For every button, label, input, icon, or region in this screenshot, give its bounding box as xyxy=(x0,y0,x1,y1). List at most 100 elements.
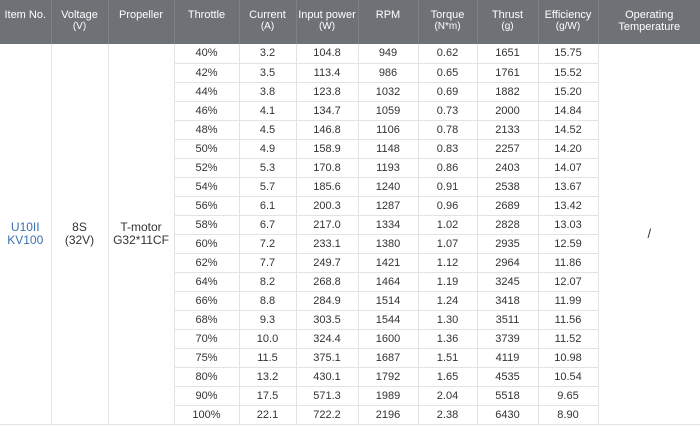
torque-cell: 1.07 xyxy=(418,234,478,255)
current-cell: 7.2 xyxy=(239,234,297,255)
table-row: U10II KV100 8S (32V) T-motor G32*11CF 40… xyxy=(0,44,700,425)
rpm-cell: 1792 xyxy=(358,367,419,388)
thrust-cell: 3511 xyxy=(477,310,539,331)
rpm-cell: 1240 xyxy=(358,177,419,197)
item-kv: KV100 xyxy=(7,233,44,248)
throttle-cell: 68% xyxy=(174,310,240,331)
thrust-cell: 3245 xyxy=(477,272,539,293)
efficiency-cell: 11.56 xyxy=(538,310,599,331)
rpm-cell: 1148 xyxy=(358,139,419,159)
torque-cell: 1.12 xyxy=(418,253,478,274)
thrust-cell: 2538 xyxy=(477,177,539,197)
throttle-cell: 64% xyxy=(174,272,240,293)
efficiency-cell: 13.67 xyxy=(538,177,599,197)
header-label: Input power xyxy=(298,9,356,21)
rpm-cell: 1059 xyxy=(358,101,419,121)
input-power-cell: 185.6 xyxy=(296,177,359,197)
throttle-cell: 48% xyxy=(174,120,240,140)
torque-cell: 0.62 xyxy=(418,44,478,64)
current-cell: 10.0 xyxy=(239,329,297,350)
efficiency-cell: 11.99 xyxy=(538,291,599,312)
torque-cell: 0.78 xyxy=(418,120,478,140)
throttle-cell: 56% xyxy=(174,196,240,216)
spec-table-container: Item No. Voltage (V) Propeller Throttle C… xyxy=(0,0,700,425)
header-voltage: Voltage (V) xyxy=(51,0,109,44)
header-label: Operating Temperature xyxy=(618,9,681,33)
header-label: Throttle xyxy=(187,9,226,21)
torque-cell: 1.30 xyxy=(418,310,478,331)
thrust-cell: 1882 xyxy=(477,82,539,102)
rpm-cell: 1380 xyxy=(358,234,419,255)
torque-cell: 2.38 xyxy=(418,405,478,425)
efficiency-cell: 9.65 xyxy=(538,386,599,407)
input-power-cell: 200.3 xyxy=(296,196,359,216)
header-propeller: Propeller xyxy=(108,0,175,44)
rpm-cell: 1687 xyxy=(358,348,419,369)
efficiency-cell: 14.07 xyxy=(538,158,599,178)
throttle-cell: 40% xyxy=(174,44,240,64)
input-power-cell: 113.4 xyxy=(296,63,359,83)
header-label: Thrust xyxy=(491,9,524,21)
current-cell: 5.3 xyxy=(239,158,297,178)
torque-cell: 1.51 xyxy=(418,348,478,369)
header-label: Current xyxy=(249,9,286,21)
throttle-cell: 46% xyxy=(174,101,240,121)
throttle-cell: 54% xyxy=(174,177,240,197)
throttle-cell: 90% xyxy=(174,386,240,407)
efficiency-cell: 14.20 xyxy=(538,139,599,159)
rpm-cell: 949 xyxy=(358,44,419,64)
thrust-cell: 5518 xyxy=(477,386,539,407)
thrust-cell: 2257 xyxy=(477,139,539,159)
torque-cell: 0.86 xyxy=(418,158,478,178)
propeller-model: G32*11CF xyxy=(113,233,169,248)
table-header-row: Item No. Voltage (V) Propeller Throttle C… xyxy=(0,0,700,44)
operating-temperature-cell: / xyxy=(598,44,700,425)
current-cell: 13.2 xyxy=(239,367,297,388)
thrust-cell: 2689 xyxy=(477,196,539,216)
rpm-cell: 986 xyxy=(358,63,419,83)
torque-cell: 1.36 xyxy=(418,329,478,350)
torque-cell: 1.02 xyxy=(418,215,478,235)
efficiency-cell: 10.54 xyxy=(538,367,599,388)
voltage-cell: 8S (32V) xyxy=(51,44,109,425)
header-label: Voltage xyxy=(61,9,98,21)
thrust-cell: 2000 xyxy=(477,101,539,121)
current-cell: 7.7 xyxy=(239,253,297,274)
header-item-no: Item No. xyxy=(0,0,52,44)
rpm-cell: 1514 xyxy=(358,291,419,312)
throttle-cell: 80% xyxy=(174,367,240,388)
thrust-cell: 2828 xyxy=(477,215,539,235)
current-cell: 3.8 xyxy=(239,82,297,102)
rpm-cell: 1032 xyxy=(358,82,419,102)
rpm-cell: 1106 xyxy=(358,120,419,140)
motor-test-data-table: Item No. Voltage (V) Propeller Throttle C… xyxy=(0,0,700,425)
header-torque: Torque (N*m) xyxy=(418,0,478,44)
header-rpm: RPM xyxy=(358,0,419,44)
thrust-cell: 4119 xyxy=(477,348,539,369)
rpm-cell: 1600 xyxy=(358,329,419,350)
input-power-cell: 217.0 xyxy=(296,215,359,235)
input-power-cell: 375.1 xyxy=(296,348,359,369)
header-label: RPM xyxy=(375,9,401,21)
efficiency-cell: 14.52 xyxy=(538,120,599,140)
current-cell: 11.5 xyxy=(239,348,297,369)
current-cell: 5.7 xyxy=(239,177,297,197)
thrust-cell: 2964 xyxy=(477,253,539,274)
current-cell: 4.1 xyxy=(239,101,297,121)
header-efficiency: Efficiency (g/W) xyxy=(538,0,599,44)
voltage-value: (32V) xyxy=(64,233,95,248)
input-power-cell: 324.4 xyxy=(296,329,359,350)
thrust-cell: 3418 xyxy=(477,291,539,312)
thrust-cell: 3739 xyxy=(477,329,539,350)
input-power-cell: 123.8 xyxy=(296,82,359,102)
torque-cell: 1.65 xyxy=(418,367,478,388)
rpm-cell: 1421 xyxy=(358,253,419,274)
thrust-cell: 6430 xyxy=(477,405,539,425)
torque-cell: 0.91 xyxy=(418,177,478,197)
input-power-cell: 158.9 xyxy=(296,139,359,159)
rpm-cell: 1464 xyxy=(358,272,419,293)
input-power-cell: 571.3 xyxy=(296,386,359,407)
input-power-cell: 134.7 xyxy=(296,101,359,121)
header-label: Propeller xyxy=(118,9,164,21)
efficiency-cell: 12.07 xyxy=(538,272,599,293)
